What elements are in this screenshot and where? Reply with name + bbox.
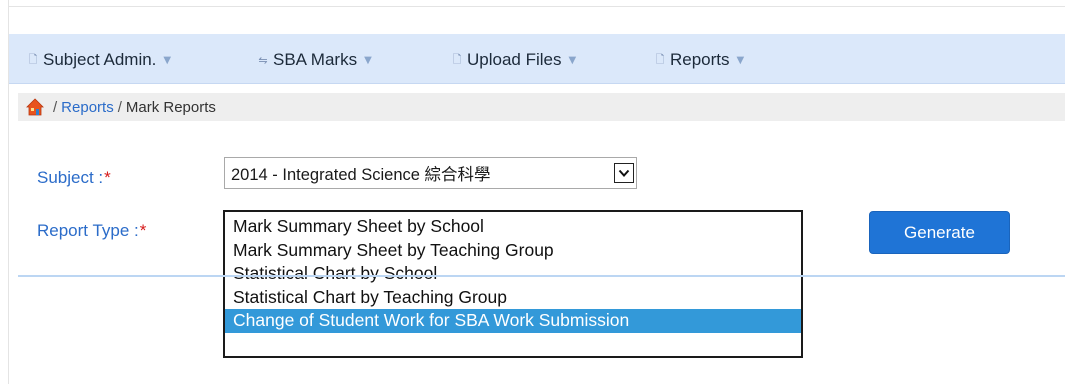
nav-subject-admin-label: Subject Admin. bbox=[43, 50, 157, 69]
caret-down-icon: ▼ bbox=[736, 54, 745, 66]
generate-button[interactable]: Generate bbox=[869, 211, 1010, 254]
required-asterisk: * bbox=[139, 221, 147, 240]
page-frame: 🗋 Subject Admin. ▼ ⇋ SBA Marks ▼ 🗋 Uploa… bbox=[0, 0, 1065, 384]
report-type-label: Report Type :* bbox=[37, 221, 146, 241]
caret-down-icon: ▼ bbox=[163, 54, 172, 66]
report-type-option[interactable]: Change of Student Work for SBA Work Subm… bbox=[225, 309, 801, 333]
section-divider bbox=[18, 275, 1065, 277]
breadcrumb: / Reports / Mark Reports bbox=[18, 93, 1065, 121]
subject-select-value: 2014 - Integrated Science 綜合科學 bbox=[231, 166, 491, 184]
caret-down-icon: ▼ bbox=[568, 54, 577, 66]
nav-subject-admin[interactable]: 🗋 Subject Admin. ▼ bbox=[28, 50, 172, 69]
nav-sba-marks-label: SBA Marks bbox=[273, 50, 358, 69]
report-type-listbox[interactable]: Mark Summary Sheet by School Mark Summary… bbox=[223, 210, 803, 358]
report-type-option[interactable]: Statistical Chart by Teaching Group bbox=[225, 286, 801, 310]
nav-reports-label: Reports bbox=[670, 50, 730, 69]
subject-label: Subject :* bbox=[37, 168, 111, 188]
breadcrumb-separator: / bbox=[53, 98, 58, 116]
nav-upload-files-label: Upload Files bbox=[467, 50, 562, 69]
main-nav-bar: 🗋 Subject Admin. ▼ ⇋ SBA Marks ▼ 🗋 Uploa… bbox=[9, 34, 1065, 84]
document-icon: 🗋 bbox=[28, 52, 38, 66]
document-icon: 🗋 bbox=[655, 52, 665, 66]
subject-label-text: Subject : bbox=[37, 168, 104, 187]
chevron-down-icon[interactable] bbox=[614, 163, 634, 183]
report-type-option[interactable]: Statistical Chart by School bbox=[225, 262, 801, 286]
caret-down-icon: ▼ bbox=[364, 54, 372, 66]
report-type-option[interactable]: Mark Summary Sheet by School bbox=[225, 215, 801, 239]
nav-upload-files[interactable]: 🗋 Upload Files ▼ bbox=[452, 50, 577, 69]
report-type-option[interactable]: Mark Summary Sheet by Teaching Group bbox=[225, 239, 801, 263]
document-icon: 🗋 bbox=[452, 52, 462, 66]
breadcrumb-reports-link[interactable]: Reports bbox=[61, 99, 114, 116]
report-type-label-text: Report Type : bbox=[37, 221, 139, 240]
swap-icon: ⇋ bbox=[258, 53, 268, 67]
nav-reports[interactable]: 🗋 Reports ▼ bbox=[655, 50, 745, 69]
home-icon[interactable] bbox=[26, 98, 44, 116]
nav-sba-marks[interactable]: ⇋ SBA Marks ▼ bbox=[258, 50, 372, 69]
required-asterisk: * bbox=[104, 168, 111, 187]
breadcrumb-separator: / bbox=[117, 98, 122, 116]
subject-select[interactable]: 2014 - Integrated Science 綜合科學 bbox=[224, 157, 637, 189]
breadcrumb-current: Mark Reports bbox=[125, 98, 216, 116]
frame-top-border bbox=[8, 6, 1065, 7]
